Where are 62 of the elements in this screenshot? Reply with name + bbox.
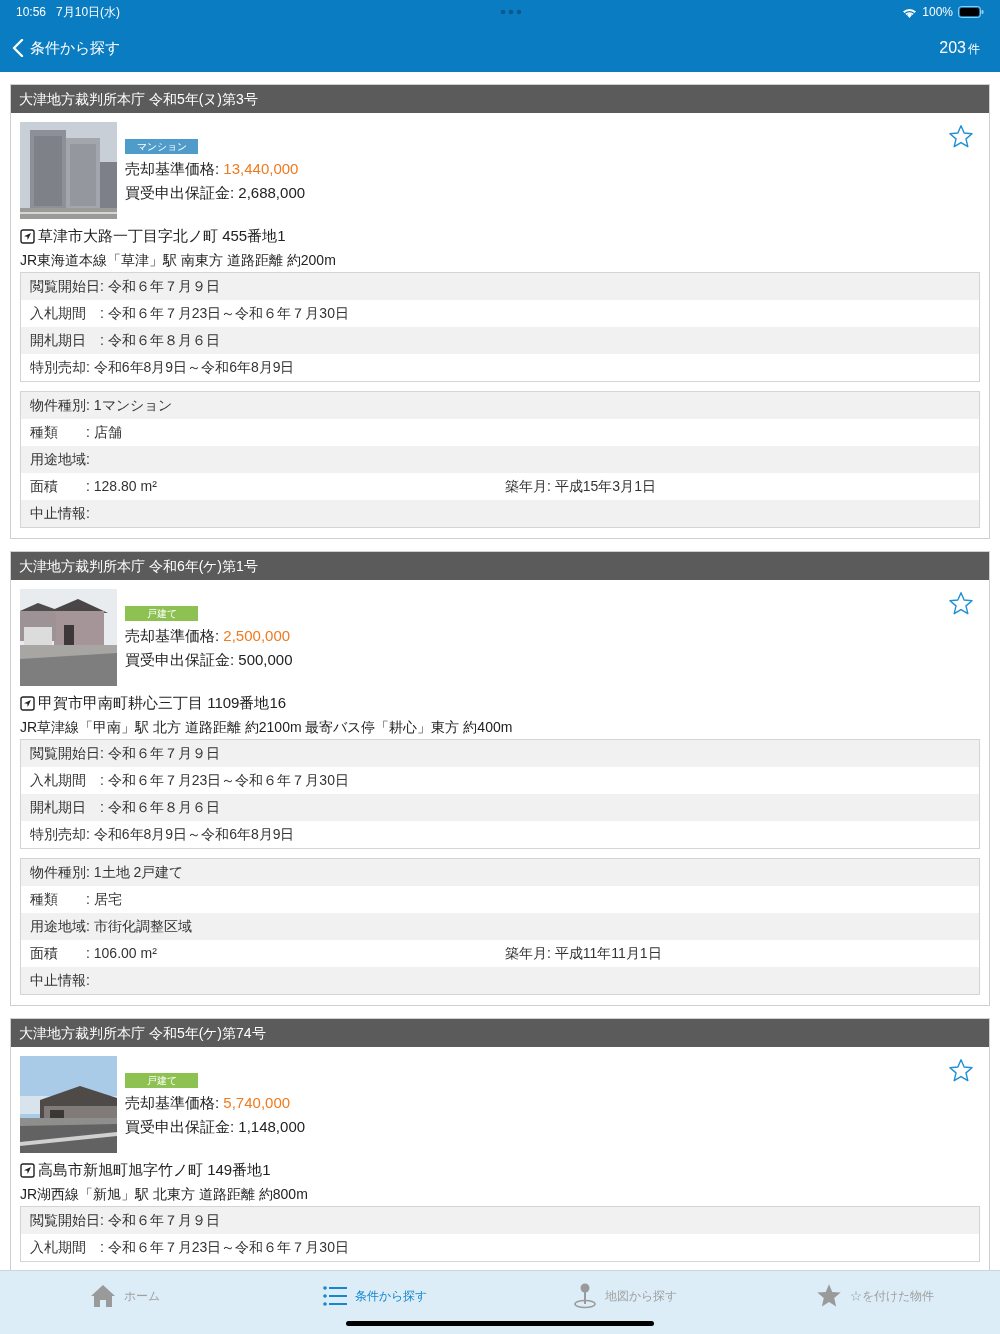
detail-text: 築年月: 平成11年11月1日	[505, 944, 662, 963]
tab-button[interactable]: 条件から探す	[250, 1271, 500, 1334]
detail-text: 用途地域: 市街化調整区域	[30, 917, 193, 936]
detail-text: 面積 : 128.80 m²	[30, 477, 158, 496]
list-icon	[323, 1285, 347, 1306]
schedule-text: 入札期間 : 令和６年７月23日～令和６年７月30日	[30, 1238, 349, 1257]
detail-text: 用途地域:	[30, 450, 91, 469]
home-icon	[90, 1283, 116, 1308]
listing-card[interactable]	[10, 84, 990, 539]
status-time: 10:56	[16, 4, 47, 21]
detail-text: 中止情報:	[30, 971, 91, 990]
schedule-text: 閲覧開始日: 令和６年７月９日	[30, 744, 220, 763]
favorite-star-button[interactable]	[948, 124, 974, 149]
battery-icon	[958, 6, 984, 18]
favorite-star-button[interactable]	[948, 591, 974, 616]
case-header: 大津地方裁判所本庁 令和6年(ケ)第1号	[11, 552, 989, 580]
access-text: JR東海道本線「草津」駅 南東方 道路距離 約200m	[20, 251, 337, 270]
detail-text: 物件種別: 1土地 2戸建て	[30, 863, 185, 882]
case-header: 大津地方裁判所本庁 令和5年(ヌ)第3号	[11, 85, 989, 113]
detail-text: 種類 : 店舗	[30, 423, 123, 442]
battery-percent: 100%	[922, 4, 953, 21]
status-date: 7月10日(水)	[56, 4, 121, 21]
schedule-text: 入札期間 : 令和６年７月23日～令和６年７月30日	[30, 304, 349, 323]
price-text: 売却基準価格: 2,500,000	[125, 626, 292, 646]
property-type-tag: マンション	[125, 139, 198, 154]
detail-text: 種類 : 居宅	[30, 890, 123, 909]
schedule-text: 閲覧開始日: 令和６年７月９日	[30, 277, 220, 296]
listing-card[interactable]: 大津地方裁判所本庁 令和5年(ケ)第74号 戸建て 売却基準価格: 5,740,000 買受申出保証金: 1,148,000 高島市新旭町旭字竹ノ町 149番地1 JR湖西線「新旭」駅 北東方 道路距離 約800m 閲覧開始日: 令和６年７月９日 入札期間 : 令和６年７月23日～令和６年７月30日	[10, 1018, 990, 1270]
property-type-tag: 戸建て	[125, 606, 198, 621]
address-text: 甲賀市甲南町耕心三丁目 1109番地16	[38, 692, 287, 713]
price-text: 売却基準価格: 5,740,000	[125, 1093, 292, 1113]
detail-text: 中止情報:	[30, 504, 91, 523]
favorite-star-button[interactable]	[948, 1058, 974, 1083]
deposit-text: 買受申出保証金: 2,688,000	[125, 183, 306, 203]
tab-button[interactable]: ☆を付けた物件	[750, 1271, 1000, 1334]
schedule-text: 特別売却: 令和6年8月9日～令和6年8月9日	[30, 358, 295, 377]
schedule-text: 開札期日 : 令和６年８月６日	[30, 798, 220, 817]
tab-button[interactable]: ホーム	[0, 1271, 250, 1334]
result-count: 203件	[939, 38, 980, 58]
schedule-text: 特別売却: 令和6年8月9日～令和6年8月9日	[30, 825, 295, 844]
detail-text: 面積 : 106.00 m²	[30, 944, 158, 963]
map-pin-icon	[573, 1282, 597, 1309]
property-type-tag: 戸建て	[125, 1073, 198, 1088]
detail-text: 築年月: 平成15年3月1日	[505, 477, 656, 496]
deposit-text: 買受申出保証金: 1,148,000	[125, 1117, 306, 1137]
access-text: JR草津線「甲南」駅 北方 道路距離 約2100m 最寄バス停「耕心」東方 約400m	[20, 718, 514, 737]
star-icon	[816, 1283, 842, 1308]
detail-text: 物件種別: 1マンション	[30, 396, 173, 415]
price-text: 売却基準価格: 13,440,000	[125, 159, 300, 179]
case-header: 大津地方裁判所本庁 令和5年(ケ)第74号	[11, 1019, 989, 1047]
schedule-text: 開札期日 : 令和６年８月６日	[30, 331, 220, 350]
deposit-text: 買受申出保証金: 500,000	[125, 650, 293, 670]
address-text: 高島市新旭町旭字竹ノ町 149番地1	[38, 1159, 271, 1180]
address-text: 草津市大路一丁目字北ノ町 455番地1	[38, 225, 286, 246]
tab-button[interactable]: 地図から探す	[500, 1271, 750, 1334]
listing-card[interactable]	[10, 551, 990, 1006]
access-text: JR湖西線「新旭」駅 北東方 道路距離 約800m	[20, 1185, 309, 1204]
back-button[interactable]: 条件から探す	[12, 36, 120, 60]
wifi-icon	[902, 6, 918, 18]
schedule-text: 閲覧開始日: 令和６年７月９日	[30, 1211, 220, 1230]
chevron-left-icon	[12, 39, 24, 57]
schedule-text: 入札期間 : 令和６年７月23日～令和６年７月30日	[30, 771, 349, 790]
